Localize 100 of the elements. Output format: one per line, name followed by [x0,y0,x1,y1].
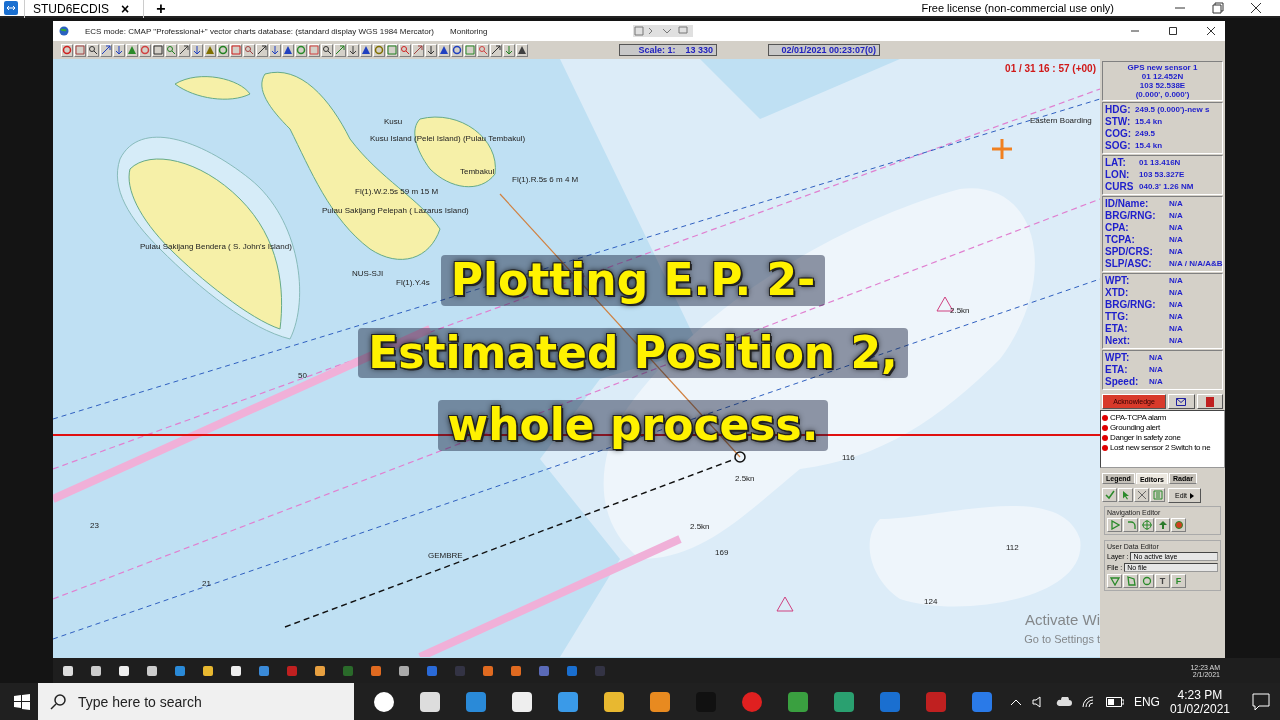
minimize-icon[interactable] [1131,27,1139,35]
square-button[interactable] [230,43,242,57]
triangle-icon [439,45,449,55]
play-button[interactable] [1107,518,1122,532]
triangle-icon [127,45,137,55]
caption-text: Estimated Position 2, [358,327,908,379]
session-tab[interactable]: STUD6ECDIS × [24,0,145,18]
down-arrow-button[interactable] [347,43,359,57]
polygon-button[interactable] [1123,574,1138,588]
triangle-button[interactable] [438,43,450,57]
arrow-icon [413,45,423,55]
danger-triangle-icon [776,596,794,612]
field-value: N/A [1149,376,1164,388]
chevron-up-icon[interactable] [1009,697,1022,706]
ring-button[interactable] [373,43,385,57]
cross-cursor-icon [990,137,1014,161]
curve-icon [1125,520,1136,530]
notification-icon[interactable] [1252,692,1270,711]
magnifier-button[interactable] [87,43,99,57]
alarm-text: CPA-TCPA alarm [1110,413,1167,423]
cross-button[interactable] [1134,488,1149,502]
ring-button[interactable] [139,43,151,57]
down-arrow-icon [270,45,280,55]
restore-icon[interactable] [1212,2,1224,14]
close-icon[interactable] [1250,2,1262,14]
field-label: WPT: [1105,275,1131,287]
ring-button[interactable] [451,43,463,57]
ring-button[interactable] [217,43,229,57]
app-icon [146,664,158,677]
wifi-icon[interactable] [1081,695,1096,708]
curve-button[interactable] [1123,518,1138,532]
exit-button[interactable] [1196,394,1223,409]
chart-label: Fl(1).Y.4s [396,278,430,287]
cross-icon [1136,490,1147,500]
text-tool-button[interactable]: T [1155,574,1170,588]
language-indicator[interactable]: ENG [1133,694,1160,709]
up-arrow-button[interactable] [1155,518,1170,532]
cloud-icon[interactable] [1055,696,1072,707]
battery-icon[interactable] [1105,696,1124,707]
search-field[interactable]: Type here to search [76,692,342,711]
list-icon [1152,490,1163,500]
triangle-button[interactable] [204,43,216,57]
magnifier-button[interactable] [243,43,255,57]
magnifier-button[interactable] [321,43,333,57]
square-button[interactable] [464,43,476,57]
chart-label: 124 [924,597,938,606]
magnifier-button[interactable] [165,43,177,57]
taskbar-app-icon[interactable] [510,689,534,714]
windows-icon[interactable] [14,693,30,710]
list-button[interactable] [1150,488,1165,502]
square-button[interactable] [386,43,398,57]
close-tab-button[interactable]: × [121,1,130,17]
arrow-button[interactable] [256,43,268,57]
pointer-button[interactable] [1118,488,1133,502]
down-arrow-button[interactable] [269,43,281,57]
square-button[interactable] [74,43,86,57]
down-arrow-button[interactable] [191,43,203,57]
magnifier-button[interactable] [399,43,411,57]
square-button[interactable] [152,43,164,57]
taskbar-app-icon[interactable] [602,689,626,714]
crosshair-button[interactable] [1139,518,1154,532]
maximize-icon[interactable] [1169,27,1177,35]
chart-label: 112 [1006,543,1019,552]
circle-button[interactable] [1139,574,1154,588]
search-box[interactable]: Type here to search [38,683,354,720]
arrow-icon [101,45,111,55]
ring-button[interactable] [295,43,307,57]
new-tab-button[interactable]: + [144,0,178,16]
caret-icon [1190,492,1195,499]
arrow-button[interactable] [490,43,502,57]
ring-icon [452,45,462,55]
field-label: LON: [1105,169,1131,181]
dot-button[interactable] [1171,518,1186,532]
triangle-button[interactable] [516,43,528,57]
arrow-button[interactable] [178,43,190,57]
triangle-button[interactable] [360,43,372,57]
taskbar-app-icon[interactable] [648,689,672,714]
magnifier-button[interactable] [477,43,489,57]
down-arrow-button[interactable] [113,43,125,57]
taskbar-clock[interactable]: 4:23 PM 01/02/2021 [1169,687,1230,716]
square-button[interactable] [308,43,320,57]
triangle-button[interactable] [282,43,294,57]
app-icon [62,664,74,677]
field-label: ID/Name: [1105,198,1150,210]
down-arrow-button[interactable] [425,43,437,57]
triangle-button[interactable] [1107,574,1122,588]
arrow-button[interactable] [412,43,424,57]
magnifier-icon [322,45,332,55]
arrow-button[interactable] [100,43,112,57]
ring-icon [62,45,72,55]
chart-label: Tembakul [460,167,495,176]
triangle-button[interactable] [126,43,138,57]
ring-button[interactable] [61,43,73,57]
field-label: SOG: [1105,140,1132,152]
check-button[interactable] [1102,488,1117,502]
down-arrow-icon [114,45,124,55]
close-icon[interactable] [1207,27,1215,35]
message-button[interactable] [1168,394,1195,409]
square-icon [465,45,475,55]
taskbar-app-icon[interactable] [418,689,442,714]
